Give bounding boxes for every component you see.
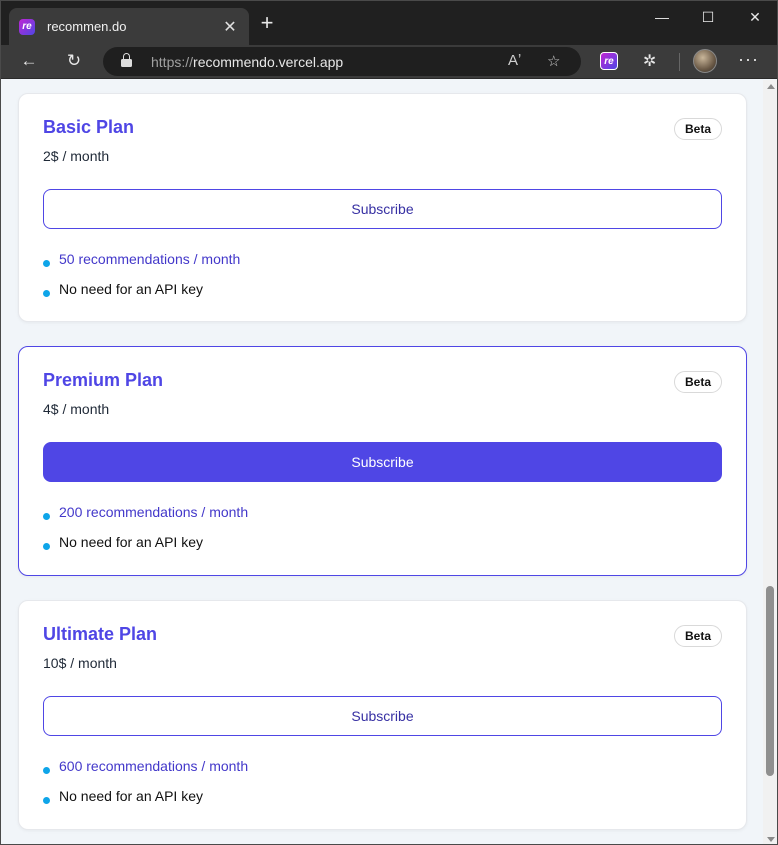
feature-item: No need for an API key (43, 534, 203, 550)
subscribe-button[interactable]: Subscribe (43, 696, 722, 736)
close-icon[interactable]: ✕ (221, 17, 239, 37)
plan-card-ultimate: Ultimate Plan Beta 10$ / month Subscribe… (18, 600, 747, 830)
feature-text: No need for an API key (59, 788, 203, 804)
feature-item: 600 recommendations / month (43, 758, 248, 774)
url-protocol: https:// (151, 54, 194, 70)
plan-card-basic: Basic Plan Beta 2$ / month Subscribe 50 … (18, 93, 747, 322)
plan-title: Basic Plan (43, 117, 135, 137)
minimize-icon[interactable]: — (647, 9, 677, 25)
more-icon[interactable]: ··· (738, 49, 759, 70)
bullet-icon (43, 796, 50, 804)
url-host: recommendo.vercel.app (193, 54, 344, 70)
feature-item: 50 recommendations / month (43, 251, 240, 267)
scrollbar[interactable] (763, 80, 777, 844)
tab-bar: re recommen.do ✕ + — ☐ ✕ (1, 1, 777, 45)
scroll-down-icon[interactable] (767, 837, 775, 842)
feature-text: 50 recommendations / month (59, 251, 241, 267)
page-content: Basic Plan Beta 2$ / month Subscribe 50 … (1, 80, 763, 844)
address-bar[interactable]: https://recommendo.vercel.app Aʼ ☆ (103, 47, 581, 76)
recommendo-extension-icon[interactable]: re (600, 52, 618, 70)
feature-text: 600 recommendations / month (59, 758, 249, 774)
plan-price: 10$ / month (43, 655, 117, 671)
bullet-icon (43, 259, 50, 267)
browser-tab[interactable]: re recommen.do ✕ (9, 8, 249, 45)
lock-icon[interactable] (121, 53, 132, 67)
plan-title: Ultimate Plan (43, 624, 158, 644)
beta-badge: Beta (673, 371, 722, 393)
favicon: re (19, 18, 35, 35)
browser-window: re recommen.do ✕ + — ☐ ✕ ← ↻ https://rec… (0, 0, 778, 845)
window-close-icon[interactable]: ✕ (740, 9, 770, 26)
avatar[interactable] (693, 49, 717, 73)
toolbar-divider (679, 53, 680, 71)
subscribe-button[interactable]: Subscribe (43, 189, 722, 229)
plan-card-premium: Premium Plan Beta 4$ / month Subscribe 2… (18, 346, 747, 576)
feature-text: No need for an API key (59, 534, 203, 550)
plus-icon[interactable]: + (256, 10, 278, 36)
star-icon[interactable]: ☆ (547, 52, 560, 70)
read-aloud-icon[interactable]: Aʼ (508, 52, 521, 69)
plan-title: Premium Plan (43, 370, 164, 390)
beta-badge: Beta (673, 625, 722, 647)
feature-text: 200 recommendations / month (59, 504, 249, 520)
plan-price: 4$ / month (43, 401, 110, 417)
feature-text: No need for an API key (59, 281, 203, 297)
plan-price: 2$ / month (43, 148, 110, 164)
maximize-icon[interactable]: ☐ (693, 9, 723, 26)
url-text[interactable]: https://recommendo.vercel.app (151, 54, 343, 70)
scroll-up-icon[interactable] (767, 84, 775, 89)
tab-title: recommen.do (47, 19, 127, 34)
puzzle-icon[interactable]: ✲ (643, 51, 656, 71)
scrollbar-thumb[interactable] (766, 586, 774, 776)
feature-item: 200 recommendations / month (43, 504, 248, 520)
feature-item: No need for an API key (43, 788, 203, 804)
browser-toolbar: ← ↻ https://recommendo.vercel.app Aʼ ☆ r… (1, 45, 777, 79)
bullet-icon (43, 766, 50, 774)
beta-badge: Beta (673, 118, 722, 140)
reload-icon[interactable]: ↻ (63, 51, 85, 71)
feature-item: No need for an API key (43, 281, 203, 297)
back-arrow-icon[interactable]: ← (18, 51, 40, 71)
bullet-icon (43, 542, 50, 550)
bullet-icon (43, 289, 50, 297)
bullet-icon (43, 512, 50, 520)
subscribe-button[interactable]: Subscribe (43, 442, 722, 482)
